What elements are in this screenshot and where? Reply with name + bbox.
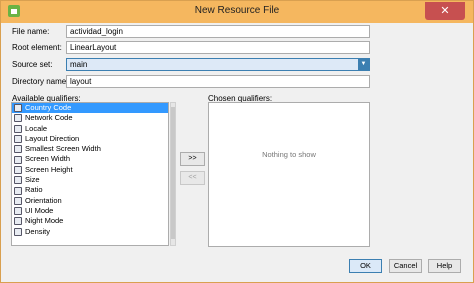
qualifier-label: Screen Height (25, 164, 73, 174)
qualifier-item[interactable]: Size (12, 175, 168, 185)
qualifier-item[interactable]: Ratio (12, 185, 168, 195)
file-name-label: File name: (12, 27, 50, 36)
qualifier-item[interactable]: Density (12, 227, 168, 237)
qualifier-label: UI Mode (25, 205, 54, 215)
qualifier-label: Layout Direction (25, 133, 80, 143)
density-icon (14, 227, 22, 236)
source-set-select[interactable]: main ▼ (66, 58, 370, 71)
screen-width-icon (14, 145, 22, 154)
scrollbar-thumb[interactable] (171, 107, 175, 239)
night-mode-icon (14, 217, 22, 226)
root-element-input[interactable]: LinearLayout (66, 41, 370, 54)
qualifier-item[interactable]: Orientation (12, 196, 168, 206)
directory-name-input[interactable]: layout (66, 75, 370, 88)
globe-icon (14, 124, 22, 133)
qualifier-label: Country Code (25, 103, 72, 112)
ui-mode-icon (14, 207, 22, 216)
network-icon (14, 114, 22, 123)
qualifier-label: Night Mode (25, 216, 64, 226)
qualifier-label: Size (25, 175, 40, 185)
chosen-qualifiers-list[interactable]: Nothing to show (208, 102, 370, 247)
qualifier-label: Smallest Screen Width (25, 144, 101, 154)
title-bar: New Resource File ✕ (1, 1, 473, 23)
qualifier-label: Network Code (25, 113, 73, 123)
window-title: New Resource File (194, 5, 280, 16)
available-qualifiers-list[interactable]: Country Code Network Code Locale Layout Dir… (11, 102, 169, 246)
qualifier-label: Density (25, 226, 51, 236)
qualifier-item[interactable]: Locale (12, 124, 168, 134)
remove-qualifier-button[interactable]: << (180, 171, 205, 185)
qualifier-label: Ratio (25, 185, 43, 195)
qualifier-item[interactable]: Network Code (12, 113, 168, 123)
qualifier-item[interactable]: Screen Width (12, 154, 168, 164)
root-element-label: Root element: (12, 43, 62, 52)
qualifier-item[interactable]: Screen Height (12, 165, 168, 175)
qualifier-item[interactable]: Smallest Screen Width (12, 144, 168, 154)
size-icon (14, 176, 22, 185)
empty-state-text: Nothing to show (262, 150, 316, 159)
screen-width-icon (14, 155, 22, 164)
qualifier-label: Orientation (25, 195, 62, 205)
cancel-button[interactable]: Cancel (389, 259, 422, 273)
close-button[interactable]: ✕ (425, 2, 465, 20)
new-resource-file-dialog: New Resource File ✕ File name: actividad… (0, 0, 474, 283)
qualifier-item[interactable]: Country Code (12, 103, 168, 114)
ratio-icon (14, 186, 22, 195)
layout-direction-icon (14, 135, 22, 144)
help-button[interactable]: Help (428, 259, 461, 273)
source-set-label: Source set: (12, 60, 53, 69)
file-name-input[interactable]: actividad_login (66, 25, 370, 38)
qualifier-item[interactable]: Layout Direction (12, 134, 168, 144)
chevron-down-icon[interactable]: ▼ (358, 59, 369, 70)
directory-name-label: Directory name: (12, 77, 69, 86)
qualifier-item[interactable]: Night Mode (12, 216, 168, 226)
orientation-icon (14, 196, 22, 205)
ok-button[interactable]: OK (349, 259, 382, 273)
source-set-value: main (70, 60, 88, 69)
add-qualifier-button[interactable]: >> (180, 152, 205, 166)
screen-height-icon (14, 165, 22, 174)
qualifier-label: Locale (25, 123, 48, 133)
qualifier-item[interactable]: UI Mode (12, 206, 168, 216)
qualifier-label: Screen Width (25, 154, 71, 164)
globe-icon (14, 104, 22, 113)
qualifiers-scrollbar[interactable] (170, 102, 176, 246)
